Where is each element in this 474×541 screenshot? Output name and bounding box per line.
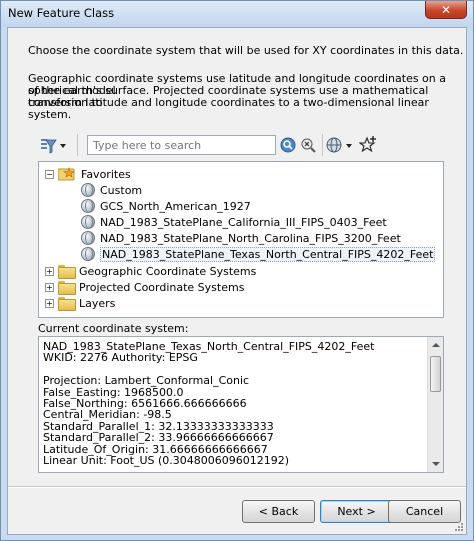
globe-icon xyxy=(81,183,95,197)
dialog-window: New Feature Class ✕ Choose the coordinat… xyxy=(0,0,474,541)
add-to-favorites-button[interactable] xyxy=(358,136,377,154)
scroll-thumb[interactable] xyxy=(430,356,441,392)
description-line-3: transform latitude and longitude coordin… xyxy=(28,96,429,121)
tree-item[interactable]: GCS_North_American_1927 xyxy=(81,198,251,214)
tree-label: GCS_North_American_1927 xyxy=(100,199,251,213)
folder-icon xyxy=(58,297,76,311)
expand-icon[interactable]: + xyxy=(45,298,54,308)
magnifier-icon xyxy=(280,137,296,153)
current-coordinate-label: Current coordinate system: xyxy=(38,322,189,335)
filter-dropdown-button[interactable] xyxy=(39,137,69,155)
search-button[interactable] xyxy=(280,137,298,155)
tree-node-geographic[interactable]: + Geographic Coordinate Systems xyxy=(45,263,256,279)
favorites-folder-icon xyxy=(58,167,75,181)
tree-label: Layers xyxy=(79,296,116,310)
resize-grip-icon[interactable] xyxy=(454,522,464,532)
tree-item[interactable]: NAD_1983_StatePlane_California_III_FIPS_… xyxy=(81,214,387,230)
collapse-icon[interactable]: − xyxy=(45,169,54,179)
folder-icon xyxy=(58,281,76,295)
coordinate-details-box[interactable]: NAD_1983_StatePlane_Texas_North_Central_… xyxy=(38,336,444,473)
filter-icon xyxy=(41,139,66,154)
tree-label: Projected Coordinate Systems xyxy=(79,280,245,294)
globe-dropdown-button[interactable] xyxy=(326,137,356,155)
tree-item[interactable]: Custom xyxy=(81,182,142,198)
toolbar-separator xyxy=(322,134,323,156)
tree-label: Custom xyxy=(100,183,143,197)
toolbar-separator xyxy=(77,134,78,156)
arrow-down-icon xyxy=(432,462,440,466)
star-add-icon xyxy=(358,136,376,153)
folder-icon xyxy=(58,265,76,279)
expand-icon[interactable]: + xyxy=(45,282,54,292)
dialog-content: Choose the coordinate system that will b… xyxy=(7,27,467,535)
globe-icon xyxy=(81,247,95,261)
tree-item[interactable]: NAD_1983_StatePlane_North_Carolina_FIPS_… xyxy=(81,230,401,246)
close-icon: ✕ xyxy=(440,2,452,17)
search-clear-icon xyxy=(301,138,316,153)
tree-label: NAD_1983_StatePlane_California_III_FIPS_… xyxy=(100,215,387,229)
close-button[interactable]: ✕ xyxy=(425,1,467,19)
arrow-up-icon xyxy=(432,343,440,347)
tree-label: Geographic Coordinate Systems xyxy=(79,264,257,278)
title-bar[interactable]: New Feature Class xyxy=(1,1,473,27)
tree-node-projected[interactable]: + Projected Coordinate Systems xyxy=(45,279,244,295)
search-input[interactable] xyxy=(87,135,276,155)
globe-icon xyxy=(81,199,95,213)
globe-icon xyxy=(81,215,95,229)
next-button[interactable]: Next > xyxy=(320,500,393,523)
tree-item-selected[interactable]: NAD_1983_StatePlane_Texas_North_Central_… xyxy=(81,246,436,262)
tree-label: NAD_1983_StatePlane_Texas_North_Central_… xyxy=(100,246,436,262)
tree-label: NAD_1983_StatePlane_North_Carolina_FIPS_… xyxy=(100,231,401,245)
tree-node-layers[interactable]: + Layers xyxy=(45,295,115,311)
scroll-down-arrow[interactable] xyxy=(428,456,443,472)
back-button[interactable]: < Back xyxy=(242,500,315,523)
globe-icon xyxy=(326,137,352,153)
footer-divider xyxy=(8,486,466,488)
intro-text: Choose the coordinate system that will b… xyxy=(28,44,464,57)
expand-icon[interactable]: + xyxy=(45,266,54,276)
details-scrollbar[interactable] xyxy=(427,337,443,472)
tree-node-favorites[interactable]: − Favorites xyxy=(45,166,131,182)
coordinate-details-text[interactable]: NAD_1983_StatePlane_Texas_North_Central_… xyxy=(43,341,403,467)
window-title: New Feature Class xyxy=(8,6,115,20)
scroll-up-arrow[interactable] xyxy=(428,337,443,353)
tree-label: Favorites xyxy=(81,167,131,181)
globe-icon xyxy=(81,231,95,245)
cancel-button[interactable]: Cancel xyxy=(388,500,461,523)
coordinate-system-tree[interactable]: − Favorites Custom GCS_North_American_19… xyxy=(38,161,444,318)
clear-search-button[interactable] xyxy=(300,137,318,155)
